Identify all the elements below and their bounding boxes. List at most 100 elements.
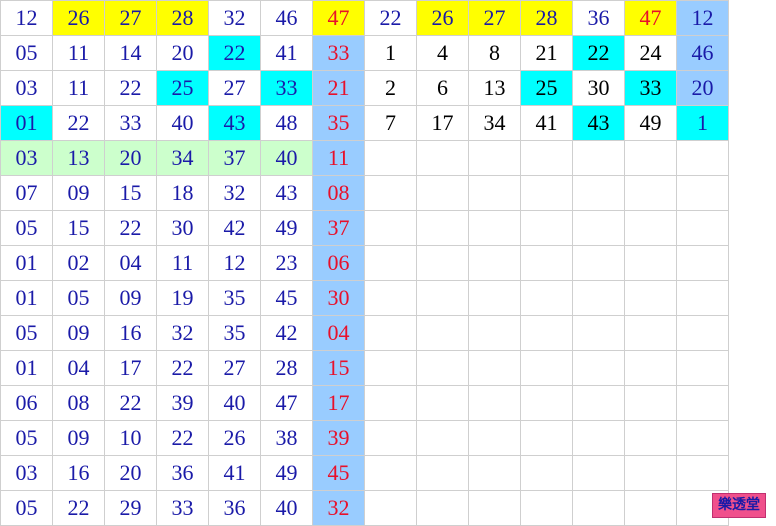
empty-cell — [520, 315, 573, 351]
number-cell: 04 — [104, 245, 157, 281]
result-number-cell: 27 — [468, 0, 521, 36]
empty-cell — [572, 280, 625, 316]
result-number-cell: 24 — [624, 35, 677, 71]
result-number-cell: 28 — [520, 0, 573, 36]
special-number-cell: 06 — [312, 245, 365, 281]
empty-cell — [416, 245, 469, 281]
grid-row: 12 26 27 28 32 46 47 22 26 27 28 36 47 12 — [0, 0, 729, 36]
number-cell: 40 — [156, 105, 209, 141]
empty-cell — [416, 175, 469, 211]
result-number-cell: 41 — [520, 105, 573, 141]
grid-row: 05 09 16 32 35 42 04 — [0, 315, 729, 351]
number-cell: 22 — [156, 350, 209, 386]
number-cell: 20 — [104, 455, 157, 491]
number-cell: 11 — [52, 70, 105, 106]
number-cell: 05 — [0, 210, 53, 246]
grid-row: 03 16 20 36 41 49 45 — [0, 455, 729, 491]
number-cell: 12 — [208, 245, 261, 281]
result-number-cell: 30 — [572, 70, 625, 106]
number-cell: 20 — [156, 35, 209, 71]
number-cell: 38 — [260, 420, 313, 456]
grid-body: 12 26 27 28 32 46 47 22 26 27 28 36 47 12 05 11 14 20 22 41… — [0, 0, 729, 526]
special-number-cell: 21 — [312, 70, 365, 106]
number-cell: 26 — [208, 420, 261, 456]
result-number-cell: 26 — [416, 0, 469, 36]
empty-cell — [676, 420, 729, 456]
empty-cell — [416, 280, 469, 316]
empty-cell — [364, 315, 417, 351]
number-cell: 37 — [208, 140, 261, 176]
grid-row: 05 11 14 20 22 41 33 1 4 8 21 22 24 46 — [0, 35, 729, 71]
number-cell: 32 — [208, 0, 261, 36]
empty-cell — [468, 385, 521, 421]
number-cell: 25 — [156, 70, 209, 106]
empty-cell — [572, 350, 625, 386]
result-number-cell: 49 — [624, 105, 677, 141]
grid-row: 05 15 22 30 42 49 37 — [0, 210, 729, 246]
empty-cell — [572, 210, 625, 246]
grid-row: 05 22 29 33 36 40 32 — [0, 490, 729, 526]
brand-stamp: 樂透堂 — [712, 493, 766, 518]
grid-row: 07 09 15 18 32 43 08 — [0, 175, 729, 211]
empty-cell — [572, 385, 625, 421]
number-cell: 27 — [208, 70, 261, 106]
special-number-cell: 39 — [312, 420, 365, 456]
empty-cell — [624, 280, 677, 316]
empty-cell — [572, 245, 625, 281]
number-cell: 15 — [104, 175, 157, 211]
number-cell: 22 — [208, 35, 261, 71]
result-number-cell: 36 — [572, 0, 625, 36]
empty-cell — [520, 210, 573, 246]
special-number-cell: 45 — [312, 455, 365, 491]
number-cell: 34 — [156, 140, 209, 176]
number-cell: 36 — [208, 490, 261, 526]
result-number-cell: 25 — [520, 70, 573, 106]
number-cell: 09 — [52, 420, 105, 456]
result-number-cell: 4 — [416, 35, 469, 71]
empty-cell — [676, 280, 729, 316]
number-cell: 15 — [52, 210, 105, 246]
empty-cell — [676, 350, 729, 386]
result-number-cell: 22 — [572, 35, 625, 71]
result-number-cell: 1 — [364, 35, 417, 71]
result-number-cell: 21 — [520, 35, 573, 71]
number-cell: 16 — [52, 455, 105, 491]
number-cell: 03 — [0, 70, 53, 106]
number-cell: 26 — [52, 0, 105, 36]
empty-cell — [624, 175, 677, 211]
number-cell: 09 — [104, 280, 157, 316]
empty-cell — [520, 420, 573, 456]
number-cell: 43 — [260, 175, 313, 211]
empty-cell — [520, 245, 573, 281]
empty-cell — [624, 455, 677, 491]
number-cell: 11 — [52, 35, 105, 71]
number-cell: 39 — [156, 385, 209, 421]
empty-cell — [364, 350, 417, 386]
number-cell: 27 — [208, 350, 261, 386]
empty-cell — [520, 350, 573, 386]
result-number-cell: 6 — [416, 70, 469, 106]
empty-cell — [364, 175, 417, 211]
empty-cell — [624, 315, 677, 351]
number-cell: 02 — [52, 245, 105, 281]
number-cell: 42 — [208, 210, 261, 246]
empty-cell — [624, 210, 677, 246]
grid-row: 06 08 22 39 40 47 17 — [0, 385, 729, 421]
number-cell: 48 — [260, 105, 313, 141]
empty-cell — [572, 315, 625, 351]
number-cell: 14 — [104, 35, 157, 71]
result-number-cell: 7 — [364, 105, 417, 141]
number-cell: 16 — [104, 315, 157, 351]
empty-cell — [468, 175, 521, 211]
number-cell: 05 — [0, 420, 53, 456]
empty-cell — [676, 210, 729, 246]
empty-cell — [520, 140, 573, 176]
empty-cell — [676, 140, 729, 176]
result-number-cell: 43 — [572, 105, 625, 141]
empty-cell — [572, 420, 625, 456]
empty-cell — [364, 245, 417, 281]
empty-cell — [468, 420, 521, 456]
empty-cell — [624, 420, 677, 456]
empty-cell — [520, 455, 573, 491]
empty-cell — [416, 350, 469, 386]
